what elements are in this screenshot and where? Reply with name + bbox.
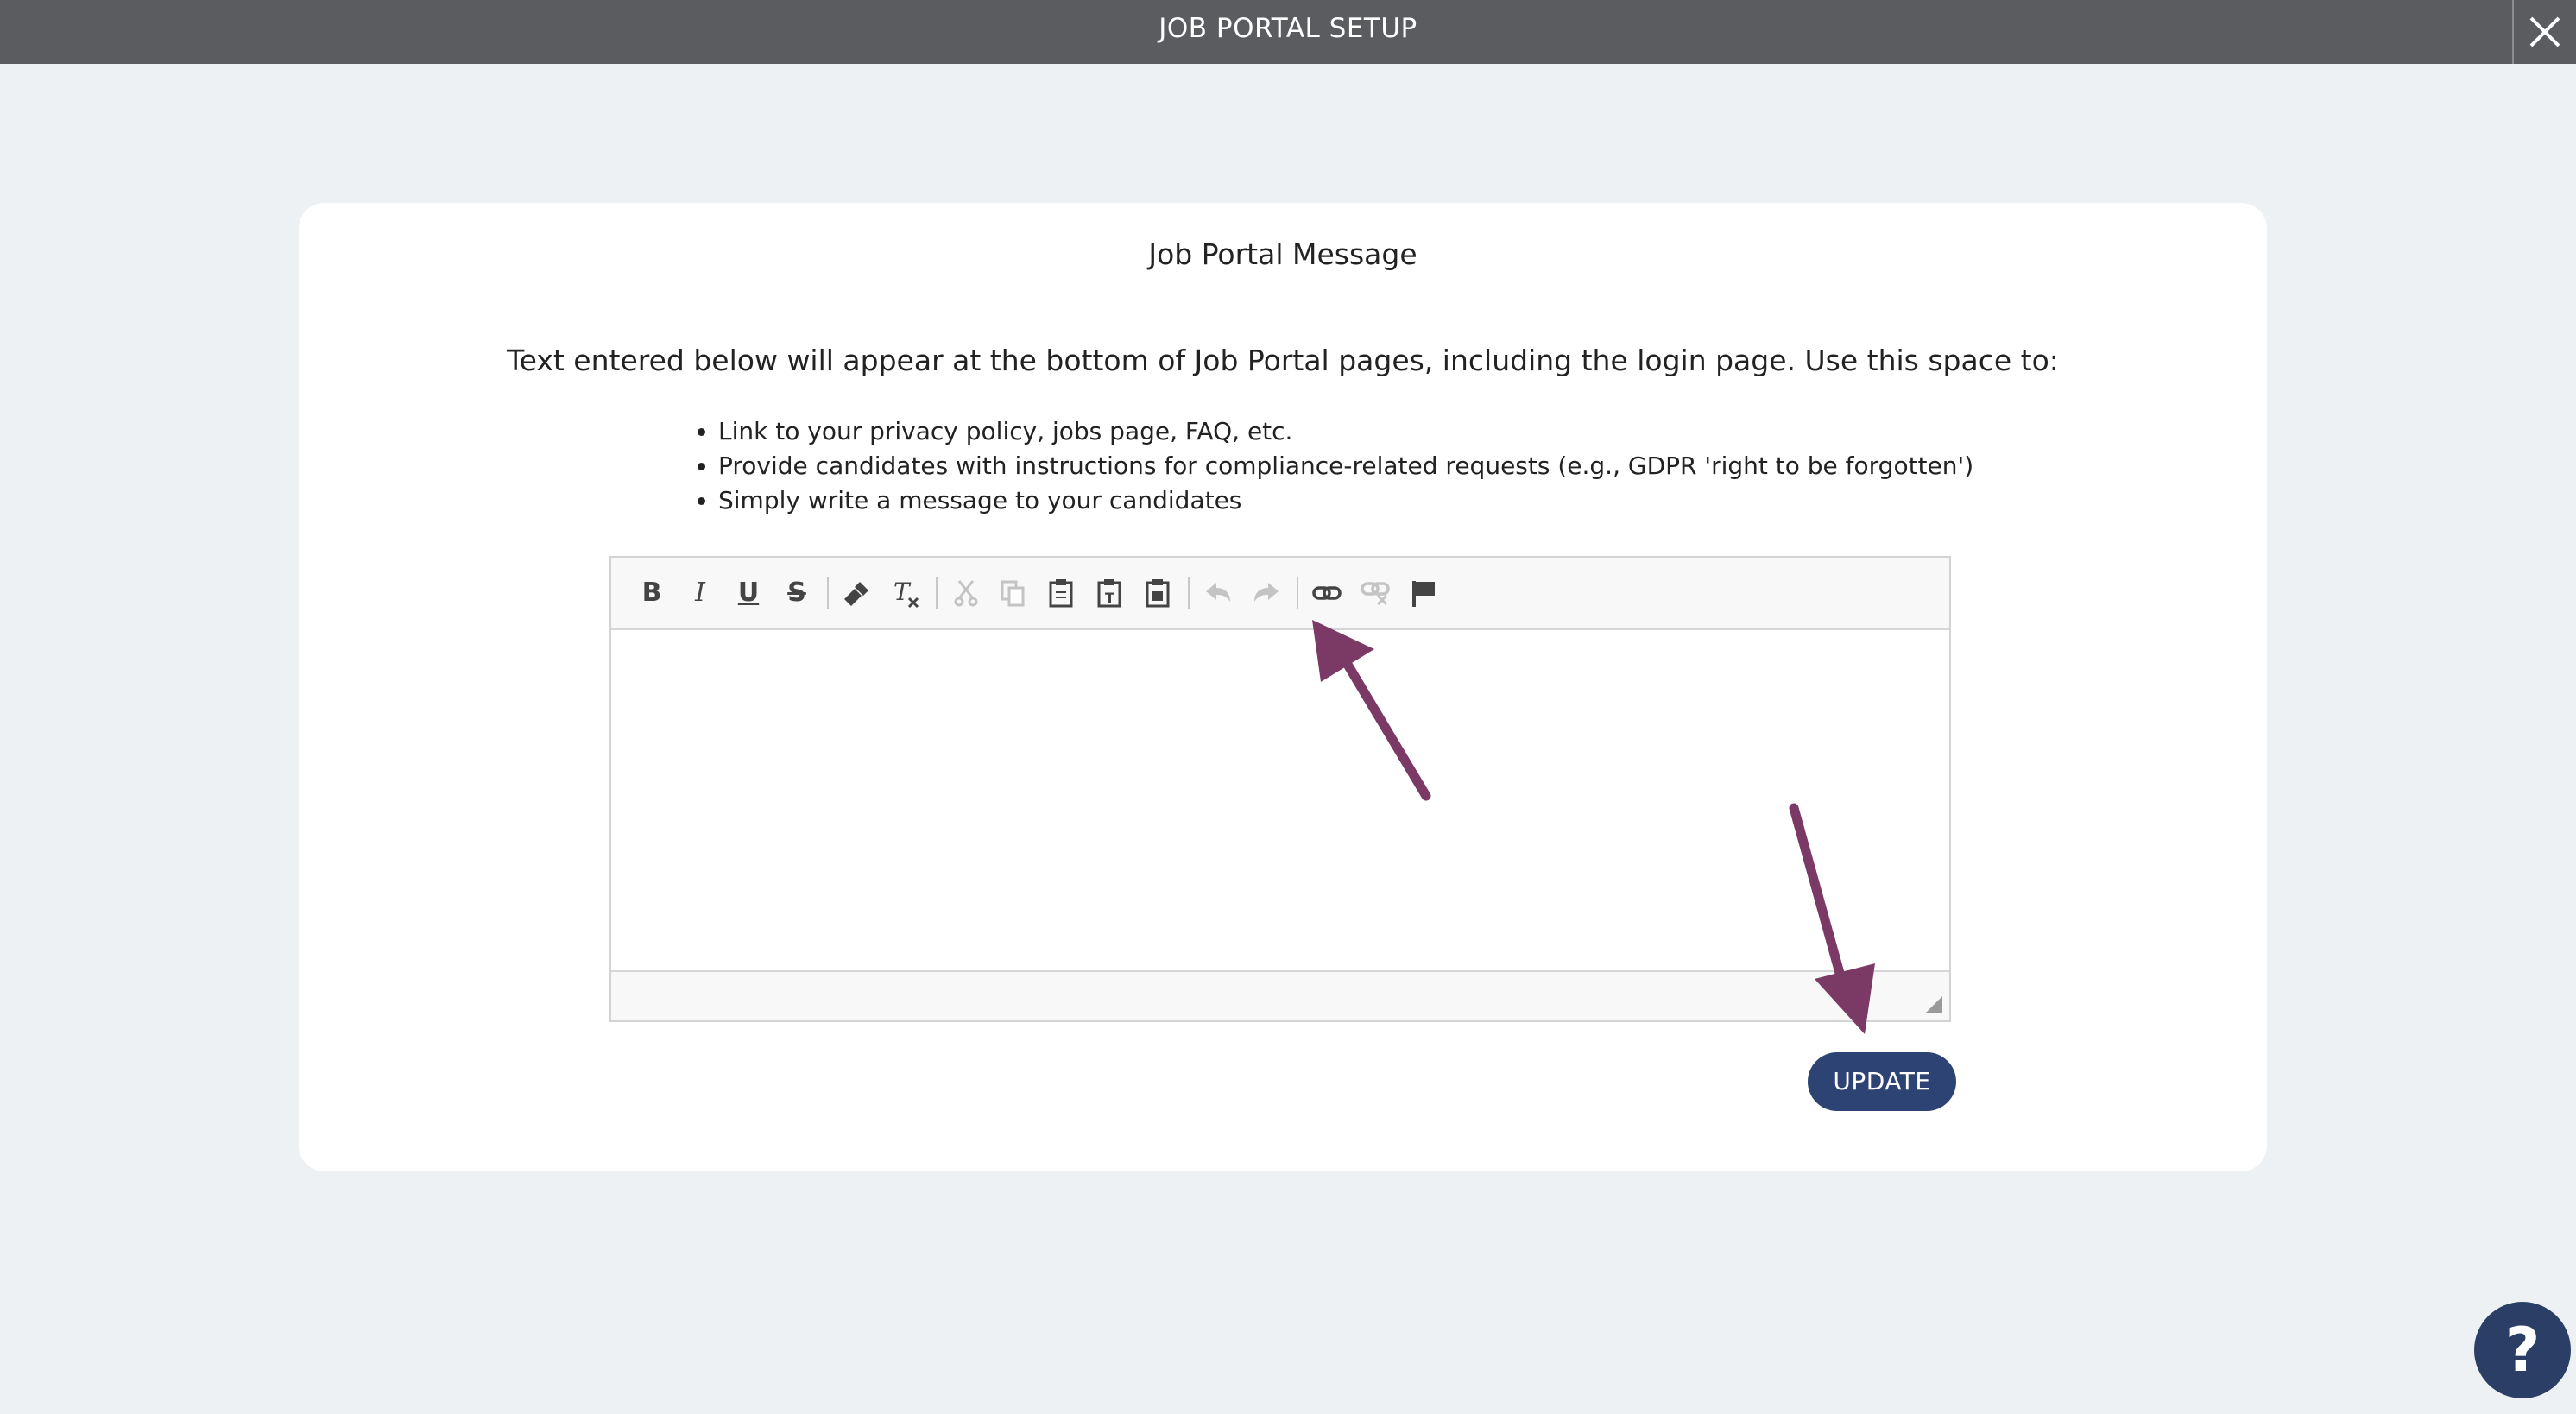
clear-format-icon: T (893, 578, 919, 609)
editor-toolbar: B I U S T T (611, 558, 1949, 630)
italic-button[interactable]: I (682, 575, 718, 611)
help-button[interactable]: ? (2474, 1302, 2571, 1398)
toolbar-separator (827, 577, 829, 609)
paste-text-icon: T (1097, 579, 1121, 608)
link-icon (1312, 586, 1342, 600)
list-item: Link to your privacy policy, jobs page, … (718, 414, 1973, 449)
close-button[interactable] (2512, 0, 2576, 64)
undo-icon (1206, 583, 1230, 602)
copy-icon (1001, 580, 1025, 607)
strikethrough-icon: S (787, 578, 806, 608)
copy-button[interactable] (994, 575, 1031, 611)
svg-text:T: T (893, 578, 912, 606)
list-item: Provide candidates with instructions for… (718, 449, 1973, 483)
usage-list: Link to your privacy policy, jobs page, … (679, 414, 1973, 518)
update-button[interactable]: UPDATE (1808, 1052, 1956, 1111)
resize-handle-icon[interactable] (1925, 996, 1942, 1013)
intro-text: Text entered below will appear at the bo… (507, 344, 2059, 377)
cut-button[interactable] (948, 575, 984, 611)
close-icon (2529, 16, 2560, 47)
bold-button[interactable]: B (634, 575, 670, 611)
list-item: Simply write a message to your candidate… (718, 483, 1973, 518)
strikethrough-button[interactable]: S (779, 575, 815, 611)
format-painter-icon (844, 582, 868, 606)
undo-button[interactable] (1200, 575, 1236, 611)
page-title: JOB PORTAL SETUP (1159, 13, 1417, 44)
underline-button[interactable]: U (730, 575, 767, 611)
underline-icon: U (737, 578, 760, 608)
editor-statusbar (611, 970, 1949, 1020)
card-title: Job Portal Message (1148, 237, 1417, 271)
cut-icon (954, 580, 978, 607)
paste-text-button[interactable]: T (1091, 575, 1127, 611)
toolbar-separator (1188, 577, 1190, 609)
top-bar: JOB PORTAL SETUP (0, 0, 2576, 64)
svg-text:T: T (1105, 590, 1114, 606)
italic-icon: I (695, 578, 705, 608)
message-editor-area[interactable] (611, 630, 1949, 974)
rich-text-editor: B I U S T T (609, 556, 1951, 1022)
paste-button[interactable] (1043, 575, 1079, 611)
anchor-flag-icon (1412, 581, 1435, 607)
redo-button[interactable] (1248, 575, 1285, 611)
paste-word-button[interactable] (1140, 575, 1176, 611)
paste-word-icon (1146, 579, 1170, 608)
anchor-button[interactable] (1405, 575, 1442, 611)
bold-icon: B (641, 578, 662, 608)
clear-format-button[interactable]: T (887, 575, 924, 611)
redo-icon (1254, 583, 1279, 602)
toolbar-separator (936, 577, 938, 609)
paste-icon (1049, 579, 1073, 608)
unlink-button[interactable] (1357, 575, 1393, 611)
format-painter-button[interactable] (839, 575, 875, 611)
toolbar-separator (1297, 577, 1298, 609)
message-card: Job Portal Message Text entered below wi… (299, 203, 2267, 1171)
unlink-icon (1361, 582, 1390, 606)
link-button[interactable] (1309, 575, 1345, 611)
